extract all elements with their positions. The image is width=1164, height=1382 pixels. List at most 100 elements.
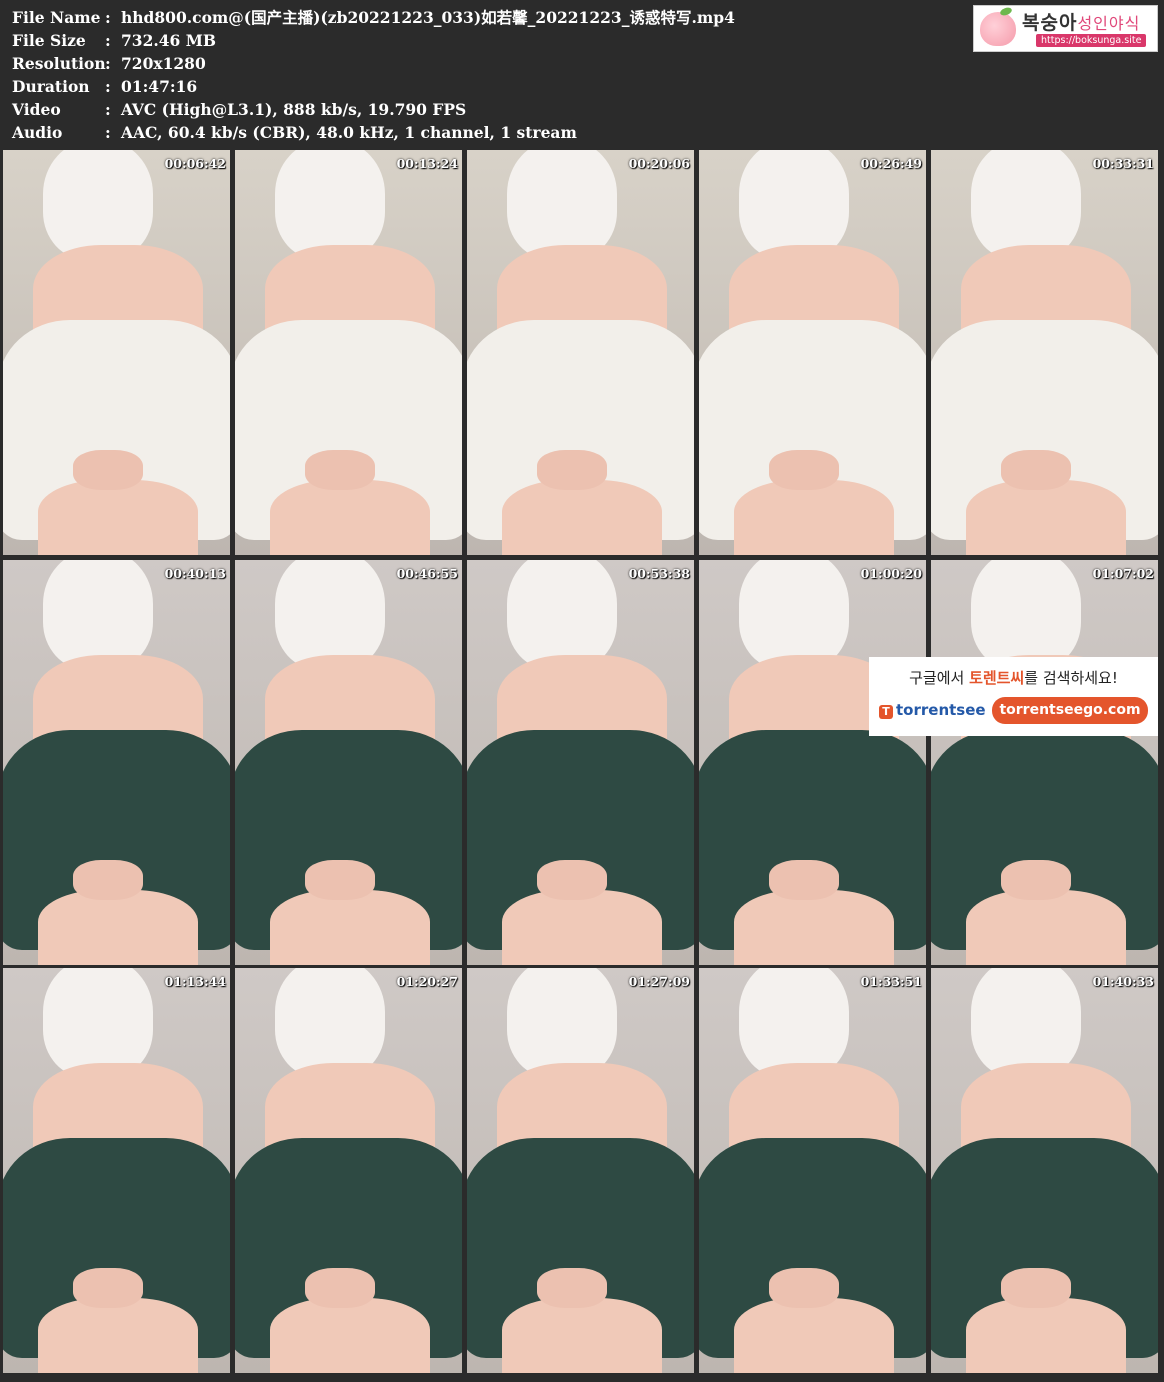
legs-shape: [734, 480, 894, 555]
mask-shape: [971, 560, 1081, 670]
torrentsee-ad-banner[interactable]: 구글에서 토렌트씨를 검색하세요! Ttorrentsee torrentsee…: [869, 657, 1158, 736]
thumbnail-timestamp: 00:26:49: [860, 156, 922, 171]
thumbnail-timestamp: 00:33:31: [1092, 156, 1154, 171]
thumbnail-timestamp: 01:40:33: [1092, 974, 1154, 989]
video-thumbnail[interactable]: 00:13:24: [235, 150, 462, 555]
hand-shape: [305, 1268, 375, 1308]
hand-shape: [73, 1268, 143, 1308]
info-key: File Name: [12, 8, 101, 27]
info-key: Video: [12, 100, 61, 119]
video-thumbnail[interactable]: 00:40:13: [3, 560, 230, 965]
mask-shape: [43, 968, 153, 1078]
info-value: 720x1280: [121, 54, 206, 73]
peach-icon: [980, 12, 1016, 46]
thumbnail-timestamp: 00:20:06: [628, 156, 690, 171]
info-key: Duration: [12, 77, 90, 96]
video-thumbnail[interactable]: 01:27:09: [467, 968, 694, 1373]
info-row: Video: AVC (High@L3.1), 888 kb/s, 19.790 …: [12, 98, 735, 121]
video-thumbnail[interactable]: 00:06:42: [3, 150, 230, 555]
torrentsee-icon: T: [879, 705, 893, 719]
legs-shape: [502, 890, 662, 965]
thumbnail-timestamp: 00:06:42: [164, 156, 226, 171]
logo-url: https://boksunga.site: [1036, 34, 1147, 47]
hand-shape: [73, 860, 143, 900]
thumbnail-timestamp: 01:33:51: [860, 974, 922, 989]
video-thumbnail[interactable]: 01:07:02: [931, 560, 1158, 965]
video-thumbnail[interactable]: 00:20:06: [467, 150, 694, 555]
mask-shape: [971, 150, 1081, 260]
legs-shape: [966, 890, 1126, 965]
thumbnail-timestamp: 00:40:13: [164, 566, 226, 581]
video-thumbnail[interactable]: 00:26:49: [699, 150, 926, 555]
info-value: 732.46 MB: [121, 31, 216, 50]
logo-brand: 복숭아성인야식: [1022, 8, 1140, 35]
hand-shape: [73, 450, 143, 490]
info-value: 01:47:16: [121, 77, 198, 96]
video-thumbnail[interactable]: 01:00:20: [699, 560, 926, 965]
video-thumbnail[interactable]: 01:40:33: [931, 968, 1158, 1373]
hand-shape: [769, 1268, 839, 1308]
mask-shape: [275, 968, 385, 1078]
mask-shape: [507, 968, 617, 1078]
mask-shape: [739, 968, 849, 1078]
ad-badge: Ttorrentsee: [879, 701, 986, 719]
legs-shape: [270, 480, 430, 555]
info-row: Audio: AAC, 60.4 kb/s (CBR), 48.0 kHz, 1 …: [12, 121, 735, 144]
info-row: Resolution:720x1280: [12, 52, 735, 75]
hand-shape: [305, 450, 375, 490]
ad-headline: 구글에서 토렌트씨를 검색하세요!: [869, 667, 1158, 688]
file-info-panel: File Name: hhd800.com@(国产主播)(zb20221223_0…: [12, 6, 735, 144]
legs-shape: [270, 890, 430, 965]
video-thumbnail[interactable]: 01:20:27: [235, 968, 462, 1373]
thumbnail-timestamp: 01:20:27: [396, 974, 458, 989]
ad-headline-post: 를 검색하세요!: [1024, 669, 1118, 687]
logo-brand-text: 복숭아: [1022, 12, 1078, 34]
info-colon: :: [105, 100, 111, 119]
legs-shape: [966, 480, 1126, 555]
legs-shape: [270, 1298, 430, 1373]
mask-shape: [971, 968, 1081, 1078]
info-colon: :: [105, 31, 111, 50]
thumbnail-timestamp: 00:53:38: [628, 566, 690, 581]
mask-shape: [43, 560, 153, 670]
hand-shape: [1001, 450, 1071, 490]
info-colon: :: [105, 77, 111, 96]
video-thumbnail[interactable]: 01:33:51: [699, 968, 926, 1373]
mask-shape: [739, 560, 849, 670]
video-thumbnail[interactable]: 01:13:44: [3, 968, 230, 1373]
video-thumbnail[interactable]: 00:33:31: [931, 150, 1158, 555]
logo-brand-sub: 성인야식: [1077, 14, 1141, 33]
info-value: AAC, 60.4 kb/s (CBR), 48.0 kHz, 1 channe…: [121, 123, 577, 142]
hand-shape: [1001, 1268, 1071, 1308]
hand-shape: [769, 450, 839, 490]
hand-shape: [537, 860, 607, 900]
info-key: File Size: [12, 31, 86, 50]
legs-shape: [502, 480, 662, 555]
mask-shape: [275, 560, 385, 670]
info-value: AVC (High@L3.1), 888 kb/s, 19.790 FPS: [121, 100, 467, 119]
hand-shape: [537, 1268, 607, 1308]
boksunga-logo[interactable]: 복숭아성인야식 https://boksunga.site: [973, 5, 1158, 52]
hand-shape: [769, 860, 839, 900]
legs-shape: [734, 1298, 894, 1373]
info-row: File Size:732.46 MB: [12, 29, 735, 52]
info-value: hhd800.com@(国产主播)(zb20221223_033)如若馨_202…: [121, 8, 735, 27]
thumbnail-timestamp: 01:00:20: [860, 566, 922, 581]
info-row: Duration:01:47:16: [12, 75, 735, 98]
hand-shape: [1001, 860, 1071, 900]
mask-shape: [275, 150, 385, 260]
legs-shape: [966, 1298, 1126, 1373]
ad-link-button[interactable]: torrentseego.com: [992, 697, 1148, 724]
legs-shape: [734, 890, 894, 965]
mask-shape: [507, 150, 617, 260]
info-colon: :: [105, 123, 111, 142]
ad-headline-pre: 구글에서: [909, 669, 970, 687]
info-colon: :: [105, 54, 111, 73]
info-key: Audio: [12, 123, 63, 142]
thumbnail-timestamp: 00:46:55: [396, 566, 458, 581]
mask-shape: [739, 150, 849, 260]
video-thumbnail[interactable]: 00:53:38: [467, 560, 694, 965]
hand-shape: [537, 450, 607, 490]
video-thumbnail[interactable]: 00:46:55: [235, 560, 462, 965]
info-row: File Name: hhd800.com@(国产主播)(zb20221223_0…: [12, 6, 735, 29]
